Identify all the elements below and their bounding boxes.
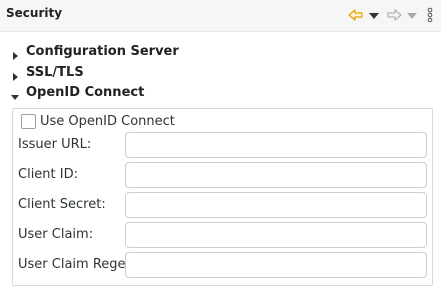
section-configuration-server[interactable]: Configuration Server — [10, 42, 179, 60]
section-ssl-tls[interactable]: SSL/TLS — [10, 63, 84, 81]
client-secret-label: Client Secret: — [18, 197, 106, 212]
chevron-down-icon[interactable] — [10, 87, 20, 100]
issuer-url-input[interactable] — [125, 132, 427, 158]
section-openid-connect[interactable]: OpenID Connect — [10, 83, 144, 101]
section-label: Configuration Server — [26, 43, 179, 59]
chevron-right-icon[interactable] — [10, 67, 20, 81]
use-openid-connect-option[interactable]: Use OpenID Connect — [21, 112, 175, 130]
user-claim-regex-label: User Claim Regex: — [18, 257, 138, 272]
section-label: OpenID Connect — [26, 84, 145, 100]
user-claim-label: User Claim: — [18, 227, 94, 242]
section-label: SSL/TLS — [26, 64, 84, 80]
use-openid-connect-checkbox[interactable] — [21, 113, 36, 129]
panel-header: Security — [0, 0, 441, 32]
user-claim-regex-input[interactable] — [125, 252, 427, 278]
chevron-right-icon[interactable] — [10, 46, 20, 60]
security-panel: Security Configuration Server SSL/TLS Op… — [0, 0, 441, 296]
client-id-input[interactable] — [125, 162, 427, 188]
forward-menu-dropdown-icon[interactable] — [405, 7, 419, 23]
back-menu-dropdown-icon[interactable] — [367, 7, 381, 23]
vertical-ellipsis-icon[interactable] — [425, 7, 435, 23]
issuer-url-label: Issuer URL: — [18, 137, 92, 152]
use-openid-connect-label: Use OpenID Connect — [40, 113, 175, 129]
panel-title: Security — [6, 6, 63, 20]
toolbar — [348, 7, 435, 23]
forward-arrow-icon[interactable] — [386, 7, 402, 23]
back-arrow-icon[interactable] — [348, 7, 364, 23]
user-claim-input[interactable] — [125, 222, 427, 248]
client-secret-input[interactable] — [125, 192, 427, 218]
client-id-label: Client ID: — [18, 167, 78, 182]
